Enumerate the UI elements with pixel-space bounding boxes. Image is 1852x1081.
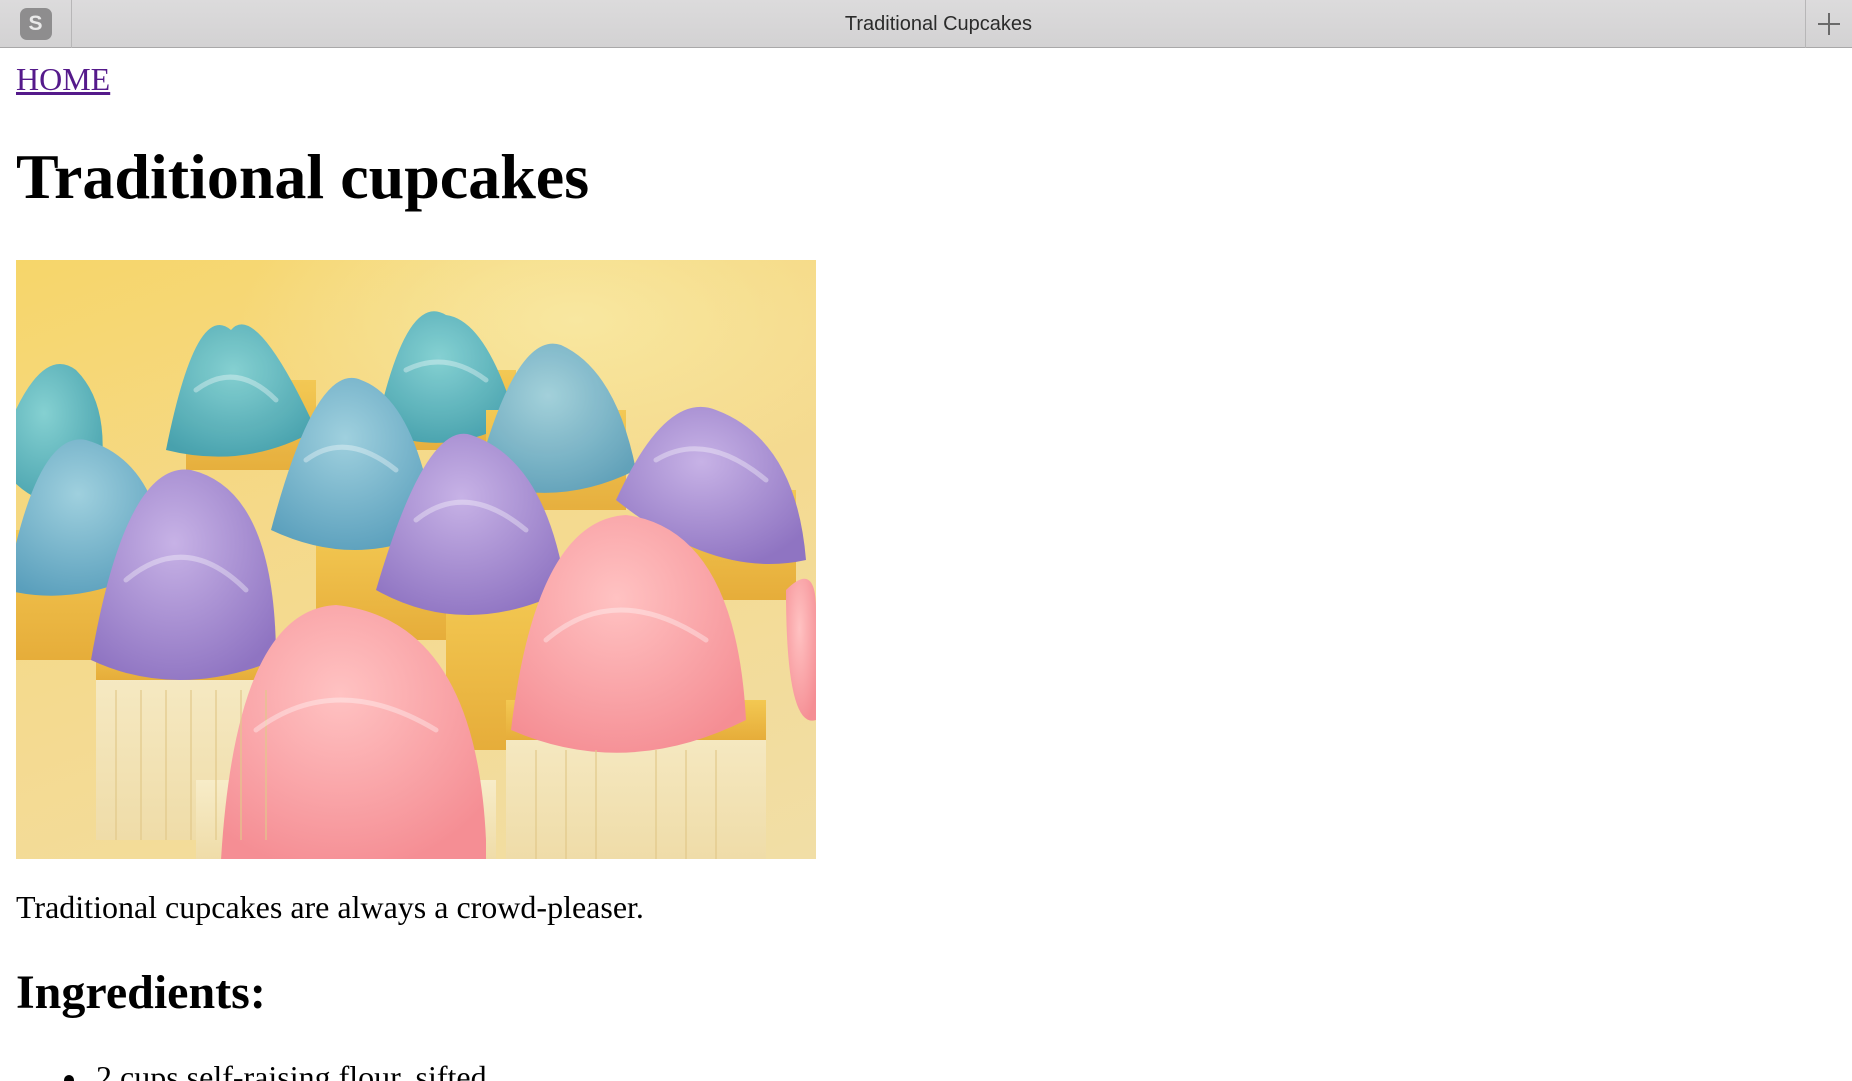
cupcakes-photo xyxy=(16,260,816,859)
browser-tab-bar: S Traditional Cupcakes xyxy=(0,0,1852,48)
page-title: Traditional cupcakes xyxy=(16,141,590,212)
page-content: HOME Traditional cupcakes Traditional cu… xyxy=(0,49,1852,1081)
active-tab-title: Traditional Cupcakes xyxy=(844,12,1033,35)
pinned-tab[interactable]: S xyxy=(0,0,72,48)
new-tab-button[interactable] xyxy=(1805,0,1852,48)
ingredients-heading: Ingredients: xyxy=(16,966,266,1019)
ingredients-list: 2 cups self-raising flour, sifted xyxy=(16,1061,487,1081)
active-tab[interactable]: Traditional Cupcakes xyxy=(72,0,1805,48)
cupcakes-illustration xyxy=(16,311,816,859)
ingredient-text: 2 cups self-raising flour, sifted xyxy=(96,1059,487,1081)
description-text: Traditional cupcakes are always a crowd-… xyxy=(16,889,644,925)
home-link[interactable]: HOME xyxy=(16,63,110,95)
plus-icon xyxy=(1818,13,1840,35)
pinned-site-icon: S xyxy=(19,8,52,40)
list-item: 2 cups self-raising flour, sifted xyxy=(16,1061,487,1081)
bullet-icon xyxy=(64,1075,74,1081)
